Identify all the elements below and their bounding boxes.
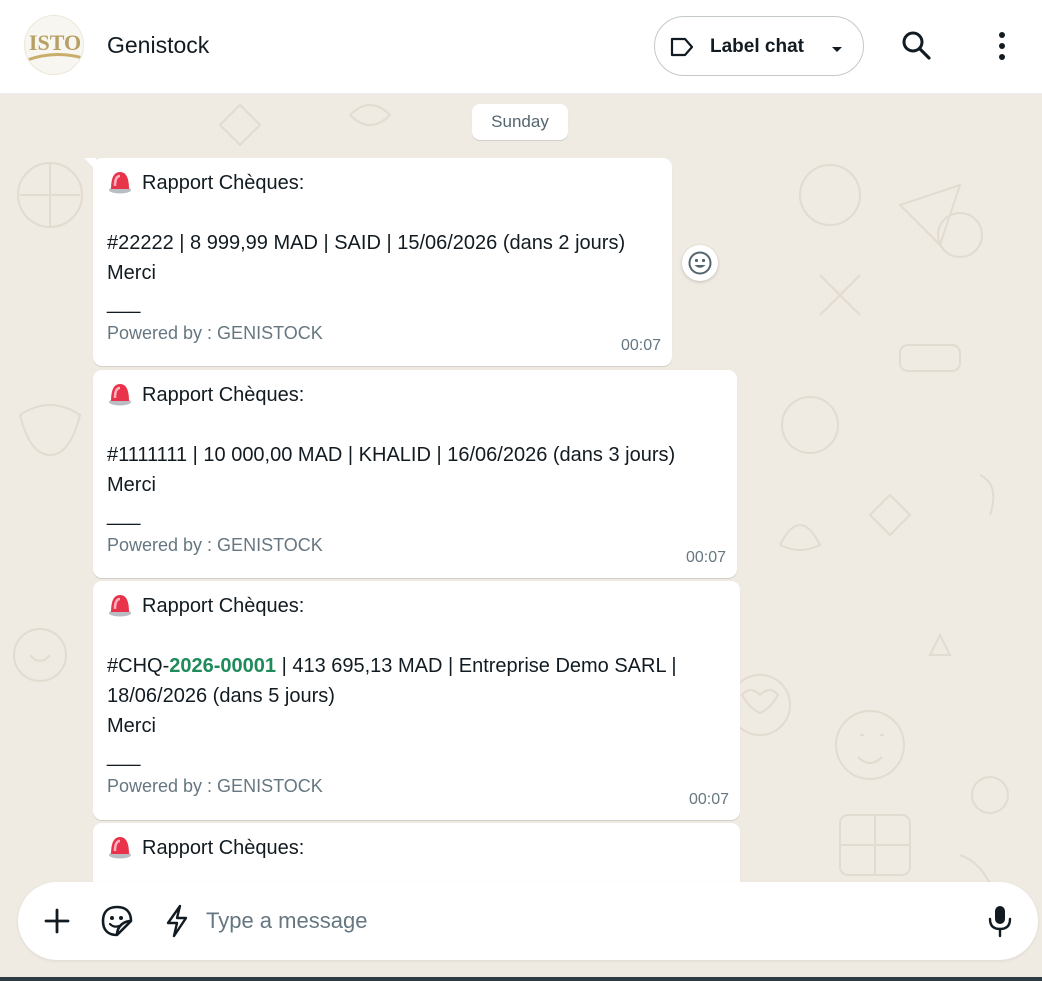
label-chat-button[interactable]: Label chat xyxy=(654,16,864,76)
plus-icon[interactable] xyxy=(42,906,72,941)
siren-emoji xyxy=(109,172,131,194)
search-icon[interactable] xyxy=(900,29,932,66)
message-footer: Powered by : GENISTOCK xyxy=(107,776,323,796)
message-input[interactable] xyxy=(206,901,946,941)
siren-emoji xyxy=(109,837,131,859)
label-tag-icon xyxy=(669,35,695,64)
message-list[interactable]: Sunday Rapport Chèques: #22222 | 8 999,9… xyxy=(0,95,1042,981)
message-title: Rapport Chèques: xyxy=(107,833,726,863)
svg-text:ISTO: ISTO xyxy=(29,30,81,55)
message-footer: Powered by : GENISTOCK xyxy=(107,535,323,555)
react-emoji-button[interactable] xyxy=(682,245,718,281)
message-bubble[interactable]: Rapport Chèques: #22222 | 8 999,99 MAD |… xyxy=(84,158,672,366)
message-separator: ___ xyxy=(107,292,141,314)
sticker-icon[interactable] xyxy=(100,904,134,943)
message-body: #CHQ-2026-00001 | 413 695,13 MAD | Entre… xyxy=(107,655,677,677)
siren-emoji xyxy=(109,595,131,617)
microphone-icon[interactable] xyxy=(988,904,1012,943)
message-composer xyxy=(18,882,1038,960)
siren-emoji xyxy=(109,384,131,406)
label-chat-label: Label chat xyxy=(710,36,804,57)
message-thanks: Merci xyxy=(107,262,156,284)
message-body: #22222 | 8 999,99 MAD | SAID | 15/06/202… xyxy=(107,232,626,254)
message-separator: ___ xyxy=(107,504,141,526)
message-thanks: Merci xyxy=(107,715,156,737)
message-time: 00:07 xyxy=(688,791,729,808)
message-title: Rapport Chèques: xyxy=(107,380,723,410)
message-time: 00:07 xyxy=(685,549,726,566)
message-separator: ___ xyxy=(107,745,141,767)
message-footer: Powered by : GENISTOCK xyxy=(107,323,323,343)
message-title: Rapport Chèques: xyxy=(107,168,658,198)
smiley-icon xyxy=(688,251,712,275)
chat-header: ISTO Genistock Label chat xyxy=(0,0,1042,94)
message-thanks: Merci xyxy=(107,474,156,496)
message-title: Rapport Chèques: xyxy=(107,591,726,621)
cheque-reference-link[interactable]: 2026-00001 xyxy=(169,655,276,677)
message-body-line2: 18/06/2026 (dans 5 jours) xyxy=(107,685,335,707)
bubble-tail xyxy=(84,158,96,170)
lightning-icon[interactable] xyxy=(164,904,190,943)
contact-name[interactable]: Genistock xyxy=(107,32,209,59)
more-vertical-icon[interactable] xyxy=(990,30,1014,67)
contact-avatar[interactable]: ISTO xyxy=(24,15,84,75)
window-bottom-edge xyxy=(0,977,1042,981)
day-separator: Sunday xyxy=(472,104,568,140)
chevron-down-icon xyxy=(830,42,844,60)
message-body: #1111111 | 10 000,00 MAD | KHALID | 16/0… xyxy=(107,444,676,466)
message-bubble[interactable]: Rapport Chèques: #1111111 | 10 000,00 MA… xyxy=(93,370,737,578)
message-time: 00:07 xyxy=(620,337,661,354)
message-bubble[interactable]: Rapport Chèques: #CHQ-2026-00001 | 413 6… xyxy=(93,581,740,820)
